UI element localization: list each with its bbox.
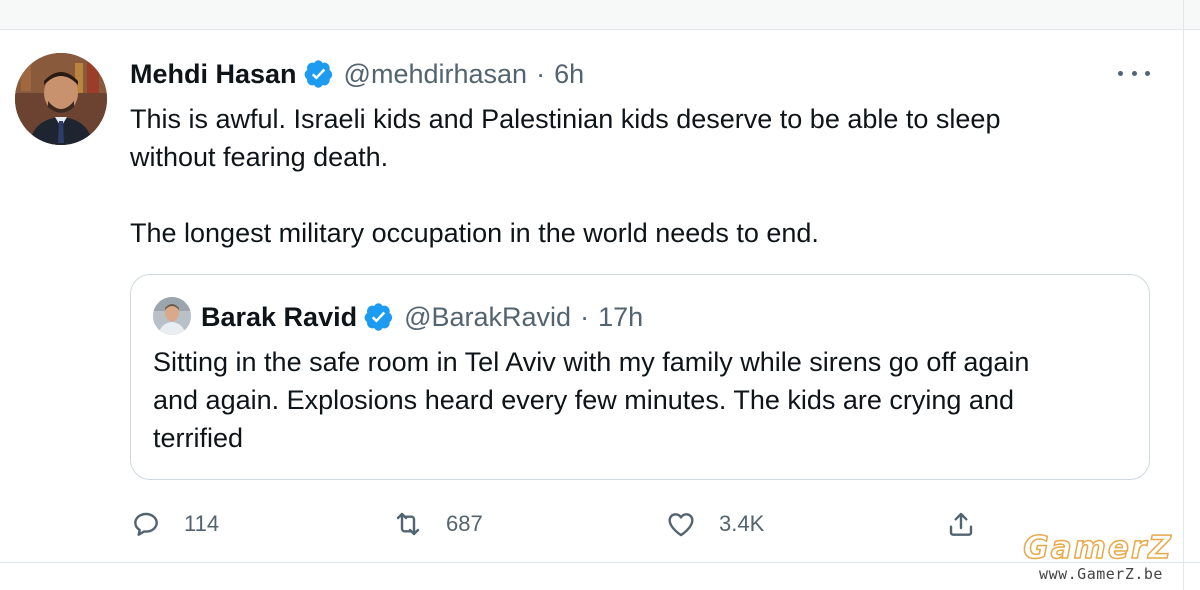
tweet-text-line: without fearing death. bbox=[130, 142, 389, 172]
right-border bbox=[1183, 0, 1184, 590]
retweet-button[interactable]: 687 bbox=[392, 502, 483, 546]
like-button[interactable]: 3.4K bbox=[665, 502, 764, 546]
separator-dot: · bbox=[580, 301, 590, 332]
reply-button[interactable]: 114 bbox=[130, 502, 219, 546]
tweet-header: Mehdi Hasan @mehdirhasan · 6h bbox=[130, 54, 584, 94]
quote-header: Barak Ravid @BarakRavid · 17h bbox=[201, 297, 643, 337]
watermark-url: www.GamerZ.be bbox=[1039, 565, 1163, 583]
quote-author-handle[interactable]: @BarakRavid bbox=[404, 302, 571, 333]
timestamp[interactable]: 6h bbox=[554, 59, 584, 90]
separator-dot: · bbox=[536, 58, 546, 89]
quote-text-line: and again. Explosions heard every few mi… bbox=[153, 385, 1014, 415]
avatar-image bbox=[15, 53, 107, 145]
share-icon bbox=[949, 512, 973, 536]
avatar[interactable] bbox=[15, 53, 107, 145]
action-bar: 114 687 3.4K bbox=[0, 502, 1183, 546]
retweet-count: 687 bbox=[446, 511, 483, 536]
top-strip bbox=[0, 0, 1200, 30]
share-button[interactable] bbox=[945, 502, 977, 546]
quote-text-line: terrified bbox=[153, 423, 244, 453]
like-count: 3.4K bbox=[719, 511, 765, 536]
watermark: GamerZ www.GamerZ.be bbox=[1012, 529, 1184, 586]
quote-text: Sitting in the safe room in Tel Aviv wit… bbox=[153, 343, 1128, 457]
quote-avatar-image bbox=[153, 297, 191, 335]
tweet[interactable]: Mehdi Hasan @mehdirhasan · 6h This is aw… bbox=[0, 30, 1183, 562]
quote-timestamp[interactable]: 17h bbox=[598, 302, 643, 333]
verified-badge-icon bbox=[304, 59, 334, 89]
tweet-text-line: The longest military occupation in the w… bbox=[130, 218, 819, 248]
tweet-text: This is awful. Israeli kids and Palestin… bbox=[130, 100, 1140, 252]
quote-avatar[interactable] bbox=[153, 297, 191, 335]
quote-author-name[interactable]: Barak Ravid bbox=[201, 302, 357, 333]
watermark-logo: GamerZ bbox=[1023, 529, 1173, 567]
retweet-icon bbox=[396, 512, 420, 536]
author-handle[interactable]: @mehdirhasan bbox=[344, 59, 528, 90]
verified-badge-icon bbox=[364, 302, 394, 332]
heart-icon bbox=[668, 513, 694, 537]
reply-icon bbox=[134, 512, 158, 536]
quoted-tweet[interactable]: Barak Ravid @BarakRavid · 17h Sitting in… bbox=[130, 274, 1150, 480]
author-name[interactable]: Mehdi Hasan bbox=[130, 59, 297, 90]
quote-text-line: Sitting in the safe room in Tel Aviv wit… bbox=[153, 347, 1030, 377]
reply-count: 114 bbox=[184, 511, 220, 536]
tweet-text-line: This is awful. Israeli kids and Palestin… bbox=[130, 104, 1001, 134]
more-options-icon[interactable] bbox=[1118, 66, 1150, 80]
